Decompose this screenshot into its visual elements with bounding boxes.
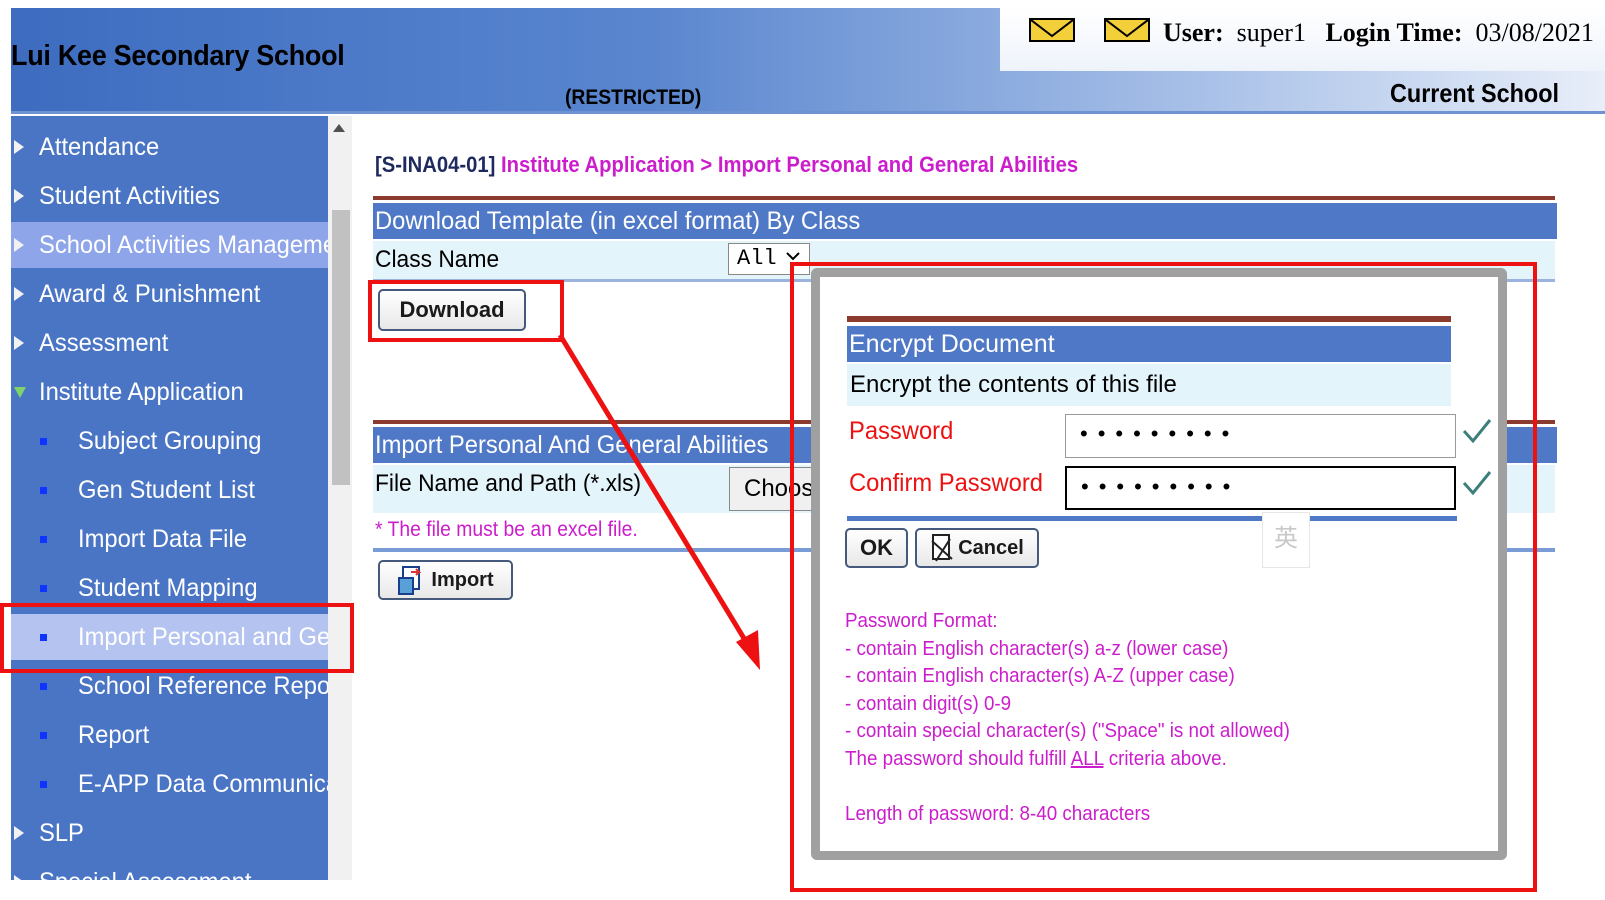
header-divider <box>11 111 1605 114</box>
sidebar-item-label: Student Mapping <box>78 573 258 602</box>
section-title: Download Template (in excel format) By C… <box>375 207 861 235</box>
sidebar-item-label: Award & Punishment <box>39 279 261 308</box>
bullet-icon <box>40 781 47 788</box>
sidebar-item-special-assessment[interactable]: Special Assessment <box>11 859 328 880</box>
breadcrumb: [S-INA04-01] Institute Application > Imp… <box>375 152 1078 178</box>
sidebar-item-label: Report <box>78 720 150 749</box>
bullet-icon <box>40 683 47 690</box>
annotation-highlight-sidebar <box>0 603 354 673</box>
sidebar-item-award-punishment[interactable]: Award & Punishment <box>11 271 328 317</box>
sidebar-item-label: Assessment <box>39 328 169 357</box>
envelope-icon[interactable] <box>1104 18 1150 42</box>
restricted-label: (RESTRICTED) <box>565 86 702 109</box>
login-value: 03/08/2021 <box>1475 18 1594 47</box>
annotation-highlight-download <box>368 280 564 342</box>
import-button[interactable]: Import <box>378 560 513 600</box>
scroll-up-arrow-icon[interactable] <box>333 124 345 132</box>
sidebar-item-slp[interactable]: SLP <box>11 810 328 856</box>
sidebar-item-label: Student Activities <box>39 181 220 210</box>
expand-arrow-icon <box>14 826 24 840</box>
expand-arrow-icon <box>14 189 24 203</box>
current-school-label: Current School <box>1390 78 1560 108</box>
user-info: User: super1 Login Time: 03/08/2021 <box>1163 18 1594 48</box>
sidebar-item-label: Gen Student List <box>78 475 255 504</box>
sidebar-item-label: School Activities Management <box>39 230 328 259</box>
collapse-arrow-icon <box>14 387 26 398</box>
sidebar-item-label: Import Data File <box>78 524 247 553</box>
page-code: [S-INA04-01] <box>375 152 496 177</box>
expand-arrow-icon <box>14 140 24 154</box>
sidebar-item-institute-application[interactable]: Institute Application <box>11 369 328 415</box>
user-value: super1 <box>1236 18 1306 47</box>
sidebar-subitem-e-app-data-communication[interactable]: E-APP Data Communication <box>11 761 328 807</box>
sidebar-subitem-report[interactable]: Report <box>11 712 328 758</box>
bullet-icon <box>40 487 47 494</box>
sidebar-item-attendance[interactable]: Attendance <box>11 124 328 170</box>
sidebar-item-label: Special Assessment <box>39 868 252 881</box>
sidebar-item-label: Subject Grouping <box>78 426 262 455</box>
download-section-header: Download Template (in excel format) By C… <box>373 203 1557 239</box>
annotation-highlight-dialog <box>790 262 1537 892</box>
user-label: User: <box>1163 18 1224 47</box>
sidebar-item-school-activities-management[interactable]: School Activities Management <box>11 222 328 268</box>
class-name-label: Class Name <box>375 246 500 273</box>
sidebar-item-label: School Reference Report <box>78 671 328 700</box>
envelope-icon[interactable] <box>1029 18 1075 42</box>
sidebar-subitem-gen-student-list[interactable]: Gen Student List <box>11 467 328 513</box>
bullet-icon <box>40 732 47 739</box>
sidebar-item-label: E-APP Data Communication <box>78 769 328 798</box>
expand-arrow-icon <box>14 238 24 252</box>
import-button-label: Import <box>431 568 494 591</box>
bullet-icon <box>40 585 47 592</box>
login-label: Login Time: <box>1325 18 1463 47</box>
school-name: Lui Kee Secondary School <box>11 40 345 72</box>
breadcrumb-path[interactable]: Institute Application > Import Personal … <box>501 152 1078 177</box>
expand-arrow-icon <box>14 287 24 301</box>
sidebar-subitem-subject-grouping[interactable]: Subject Grouping <box>11 418 328 464</box>
expand-arrow-icon <box>14 875 24 880</box>
sidebar-item-student-activities[interactable]: Student Activities <box>11 173 328 219</box>
sidebar-subitem-import-data-file[interactable]: Import Data File <box>11 516 328 562</box>
bullet-icon <box>40 536 47 543</box>
expand-arrow-icon <box>14 336 24 350</box>
annotation-arrow <box>557 333 760 670</box>
import-icon <box>397 564 425 596</box>
sidebar-item-assessment[interactable]: Assessment <box>11 320 328 366</box>
scrollbar-thumb[interactable] <box>332 210 350 485</box>
sidebar-item-label: SLP <box>39 818 84 847</box>
sidebar-item-label: Institute Application <box>39 377 244 406</box>
section-divider <box>373 196 1555 200</box>
bullet-icon <box>40 438 47 445</box>
sidebar: Attendance Student Activities School Act… <box>11 116 328 880</box>
sidebar-item-label: Attendance <box>39 132 160 161</box>
